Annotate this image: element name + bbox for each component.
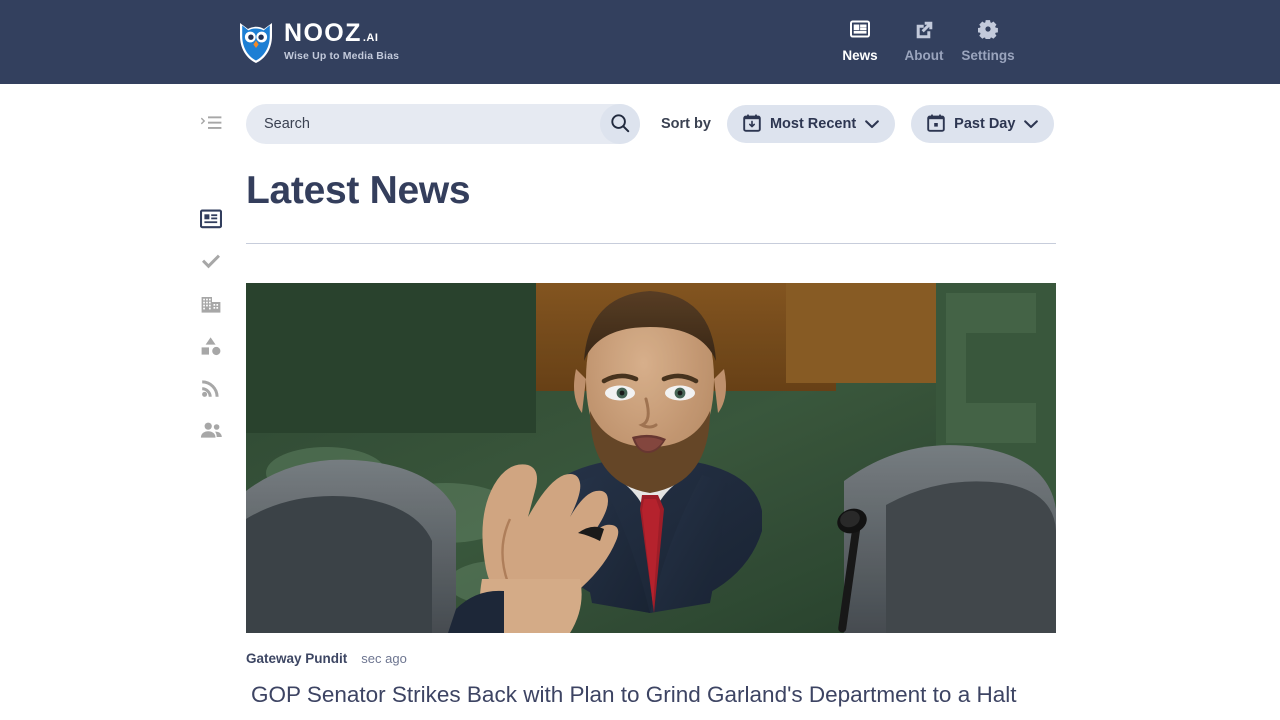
owl-icon [236,17,276,65]
article-headline[interactable]: GOP Senator Strikes Back with Plan to Gr… [246,679,1056,711]
sidebar-item-organizations[interactable] [198,293,224,319]
search-icon [610,113,630,136]
title-divider [246,242,1056,244]
search-input[interactable] [246,104,640,144]
checkmark-icon [200,253,222,276]
article-source[interactable]: Gateway Pundit [246,651,347,666]
sidebar-item-feeds[interactable] [198,377,224,403]
chevron-down-icon [865,117,880,132]
logo-tagline: Wise Up to Media Bias [284,49,400,62]
logo-suffix: .AI [362,31,379,44]
calendar-icon [927,113,945,135]
article-meta: Gateway Pundit sec ago [246,651,1056,666]
article-card: Gateway Pundit sec ago GOP Senator Strik… [246,282,1056,711]
sort-dropdown-value: Most Recent [769,116,857,132]
sidebar-item-topics[interactable] [198,335,224,361]
article-image[interactable] [246,282,1056,633]
external-link-icon [915,18,934,40]
left-sidebar [190,84,232,720]
date-range-value: Past Day [954,116,1016,132]
nav-item-settings-label: Settings [961,48,1015,63]
menu-expand-icon [200,115,222,136]
article-feed-icon [199,209,223,234]
sidebar-item-people[interactable] [198,419,224,445]
search-button[interactable] [600,104,640,144]
building-icon [200,294,222,319]
logo-wordmark: NOOZ [284,18,362,47]
logo-text: NOOZ .AI Wise Up to Media Bias [284,18,400,62]
main-navigation: News About Settings [828,18,1020,63]
logo[interactable]: NOOZ .AI Wise Up to Media Bias [236,17,399,65]
nav-item-about[interactable]: About [892,18,956,63]
article-feed-icon [850,18,870,40]
shapes-icon [200,336,222,361]
rss-icon [201,378,221,403]
nav-item-news[interactable]: News [828,18,892,63]
site-header: NOOZ .AI Wise Up to Media Bias News Abou… [0,0,1280,84]
sidebar-item-news[interactable] [198,208,224,234]
search-bar [246,104,640,144]
chevron-down-icon [1024,117,1039,132]
nav-item-settings[interactable]: Settings [956,18,1020,63]
nav-item-about-label: About [904,48,944,63]
article-timestamp: sec ago [361,650,407,666]
people-group-icon [200,421,223,444]
sidebar-item-fact-check[interactable] [198,251,224,277]
gear-icon [978,18,998,40]
content-toolbar: Sort by Most Recent [246,104,1055,144]
sidebar-item-menu-expand[interactable] [198,112,224,138]
main-content: Latest News Gateway Pundit sec ago GOP S… [246,169,1056,711]
sort-dropdown[interactable]: Most Recent [726,105,896,143]
sort-by-label: Sort by [661,116,711,132]
calendar-sort-icon [743,113,761,135]
date-range-dropdown[interactable]: Past Day [911,105,1055,143]
nav-item-news-label: News [842,48,878,63]
page-title: Latest News [246,169,471,212]
